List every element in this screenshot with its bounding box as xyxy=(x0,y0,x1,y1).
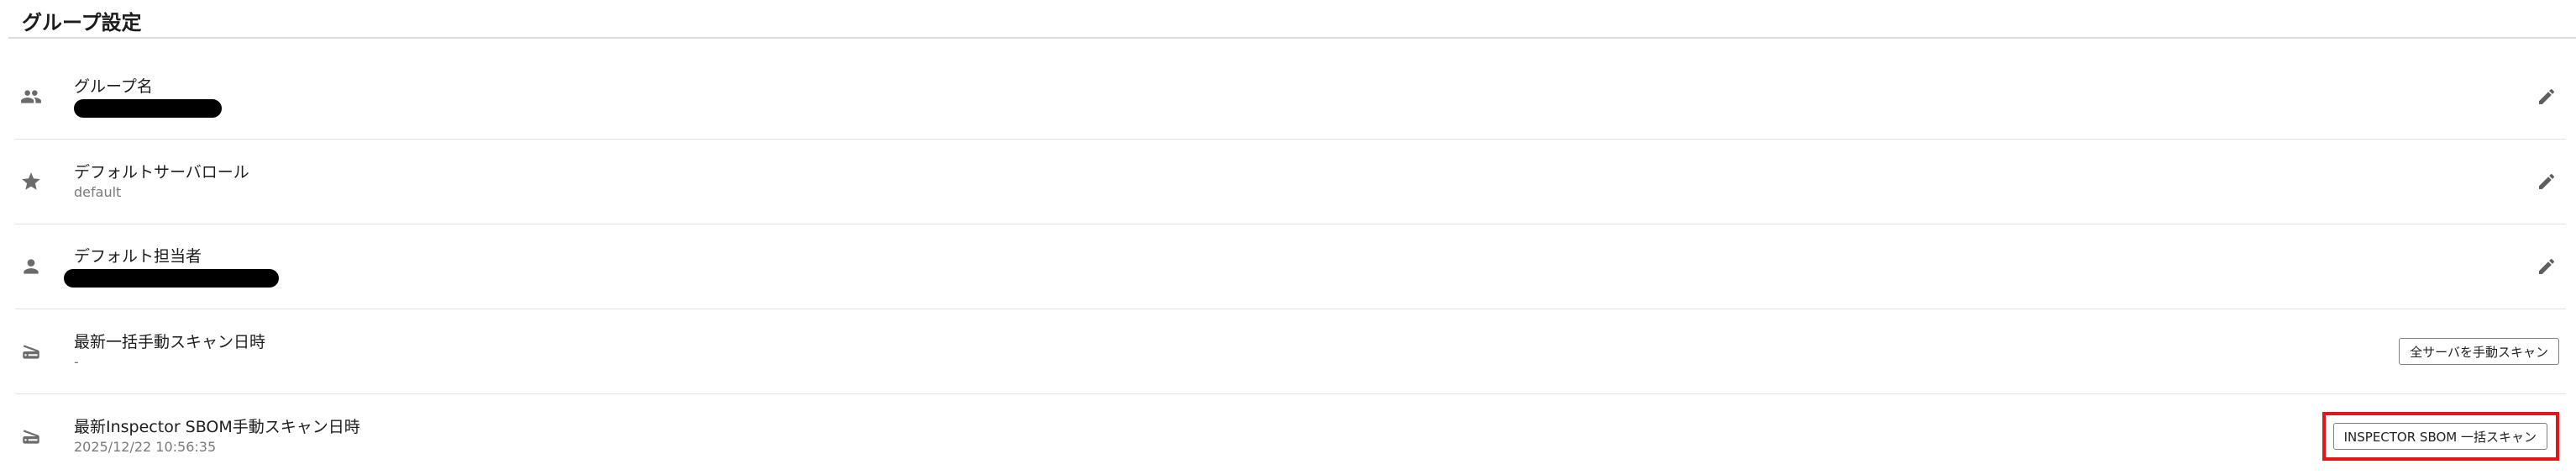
setting-text: グループ名 xyxy=(74,55,222,139)
setting-label: デフォルトサーバロール xyxy=(74,163,249,182)
group-settings-page: グループ設定 グループ名 デフォルトサーバロール default デフォルト担当… xyxy=(0,0,2576,475)
highlight-box: INSPECTOR SBOM 一括スキャン xyxy=(2322,412,2559,461)
setting-row-default-assignee: デフォルト担当者 xyxy=(15,224,2566,309)
title-divider xyxy=(8,37,2576,39)
setting-value: default xyxy=(74,184,122,200)
edit-icon xyxy=(2539,173,2555,189)
redacted-value xyxy=(64,269,279,288)
group-icon xyxy=(20,86,42,108)
star-icon xyxy=(20,171,42,193)
setting-text: 最新Inspector SBOM手動スキャン日時 2025/12/22 10:5… xyxy=(74,394,360,475)
setting-row-latest-inspector-sbom-scan: 最新Inspector SBOM手動スキャン日時 2025/12/22 10:5… xyxy=(15,394,2566,475)
setting-row-latest-bulk-scan: 最新一括手動スキャン日時 - 全サーバを手動スキャン xyxy=(15,309,2566,394)
setting-text: デフォルトサーバロール default xyxy=(74,140,249,224)
setting-row-group-name: グループ名 xyxy=(15,55,2566,140)
inspector-sbom-bulk-scan-button[interactable]: INSPECTOR SBOM 一括スキャン xyxy=(2332,423,2547,450)
edit-default-server-role-button[interactable] xyxy=(2532,167,2561,196)
edit-group-name-button[interactable] xyxy=(2532,82,2561,111)
scanner-icon xyxy=(20,340,42,362)
setting-label: デフォルト担当者 xyxy=(74,247,202,266)
setting-label: 最新一括手動スキャン日時 xyxy=(74,333,266,351)
setting-value: - xyxy=(74,354,79,370)
setting-label: 最新Inspector SBOM手動スキャン日時 xyxy=(74,418,360,436)
edit-icon xyxy=(2539,258,2555,274)
setting-value: 2025/12/22 10:56:35 xyxy=(74,439,217,455)
redacted-value xyxy=(74,99,222,118)
page-title: グループ設定 xyxy=(22,11,142,34)
setting-label: グループ名 xyxy=(74,77,153,96)
scanner-icon xyxy=(20,425,42,447)
edit-default-assignee-button[interactable] xyxy=(2532,252,2561,281)
edit-icon xyxy=(2539,88,2555,104)
setting-text: デフォルト担当者 xyxy=(64,224,279,309)
setting-row-default-server-role: デフォルトサーバロール default xyxy=(15,140,2566,224)
scan-all-servers-button[interactable]: 全サーバを手動スキャン xyxy=(2399,338,2559,365)
person-icon xyxy=(20,256,42,277)
setting-text: 最新一括手動スキャン日時 - xyxy=(74,309,265,393)
